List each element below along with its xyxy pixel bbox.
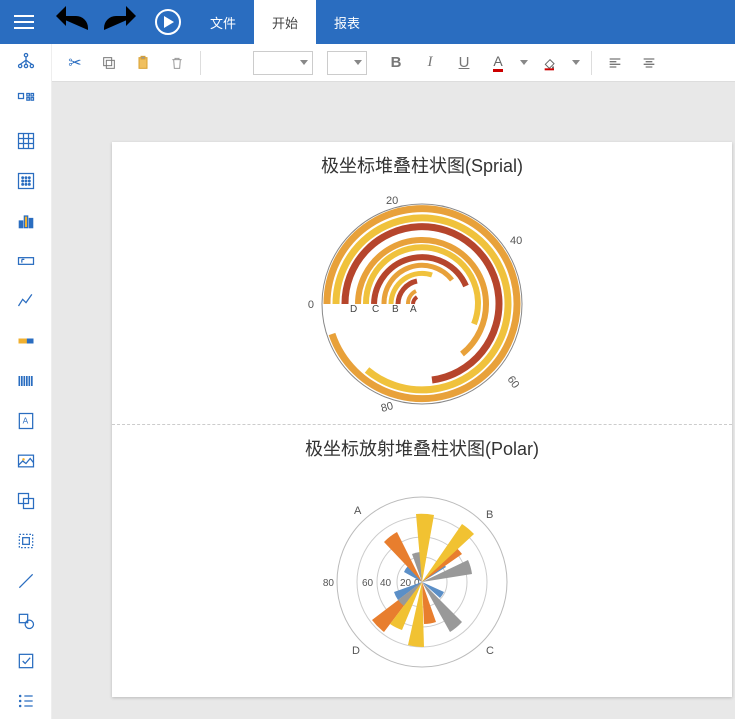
- bold-button[interactable]: B: [381, 48, 411, 78]
- chart-polar-cell[interactable]: 极坐标放射堆叠柱状图(Polar) 80 60 40 20 0 A B: [112, 425, 732, 697]
- svg-text:D: D: [350, 304, 357, 315]
- canvas-area: ✂ B I U A 极坐标堆叠柱状图(Sprial): [52, 44, 735, 719]
- chart-spiral-cell[interactable]: 极坐标堆叠柱状图(Sprial) 0 20 40 60 80 A B C: [112, 142, 732, 425]
- font-color-dropdown[interactable]: [517, 48, 531, 78]
- table-icon[interactable]: [15, 130, 37, 152]
- svg-text:20: 20: [386, 195, 398, 207]
- list-icon[interactable]: [15, 690, 37, 712]
- tab-start[interactable]: 开始: [254, 0, 316, 44]
- menu-icon[interactable]: [0, 0, 48, 44]
- textbox-icon[interactable]: [15, 250, 37, 272]
- align-center-button[interactable]: [634, 48, 664, 78]
- chart-polar-title: 极坐标放射堆叠柱状图(Polar): [122, 435, 722, 461]
- chart-spiral: 0 20 40 60 80 A B C D: [302, 184, 542, 414]
- image-icon[interactable]: [15, 450, 37, 472]
- svg-text:A: A: [22, 416, 28, 426]
- gauge-icon[interactable]: [15, 330, 37, 352]
- align-left-button[interactable]: [600, 48, 630, 78]
- svg-text:60: 60: [505, 374, 522, 391]
- font-family-dropdown[interactable]: [253, 51, 313, 75]
- svg-text:80: 80: [380, 400, 395, 414]
- svg-text:A: A: [410, 304, 417, 315]
- font-color-button[interactable]: A: [483, 48, 513, 78]
- richtext-icon[interactable]: A: [15, 410, 37, 432]
- report-canvas[interactable]: 极坐标堆叠柱状图(Sprial) 0 20 40 60 80 A B C: [112, 142, 732, 697]
- chart-polar: 80 60 40 20 0 A B C D: [302, 467, 542, 687]
- svg-text:C: C: [486, 645, 494, 657]
- fill-color-dropdown[interactable]: [569, 48, 583, 78]
- matrix-icon[interactable]: [15, 90, 37, 112]
- title-bar: 文件 开始 报表: [0, 0, 735, 44]
- svg-text:B: B: [392, 304, 399, 315]
- copy-button[interactable]: [94, 48, 124, 78]
- sidebar: A: [0, 44, 52, 719]
- font-size-dropdown[interactable]: [327, 51, 367, 75]
- checkbox-icon[interactable]: [15, 650, 37, 672]
- line-icon[interactable]: [15, 570, 37, 592]
- redo-button[interactable]: [96, 0, 144, 44]
- svg-text:40: 40: [380, 578, 392, 589]
- chart-icon[interactable]: [15, 210, 37, 232]
- svg-text:A: A: [354, 505, 362, 517]
- svg-text:40: 40: [510, 235, 522, 247]
- tree-icon[interactable]: [15, 50, 37, 72]
- cut-button[interactable]: ✂: [60, 48, 90, 78]
- chart-spiral-title: 极坐标堆叠柱状图(Sprial): [122, 152, 722, 178]
- svg-text:60: 60: [362, 578, 374, 589]
- svg-text:80: 80: [323, 578, 335, 589]
- subreport-icon[interactable]: [15, 490, 37, 512]
- tab-file[interactable]: 文件: [192, 0, 254, 44]
- italic-button[interactable]: I: [415, 48, 445, 78]
- barcode-icon[interactable]: [15, 370, 37, 392]
- toolbar: ✂ B I U A: [52, 44, 735, 82]
- line-chart-icon[interactable]: [15, 290, 37, 312]
- container-icon[interactable]: [15, 530, 37, 552]
- undo-button[interactable]: [48, 0, 96, 44]
- svg-text:D: D: [352, 645, 360, 657]
- paste-button[interactable]: [128, 48, 158, 78]
- svg-text:B: B: [486, 509, 493, 521]
- tab-report[interactable]: 报表: [316, 0, 378, 44]
- fill-color-button[interactable]: [535, 48, 565, 78]
- svg-text:0: 0: [308, 299, 314, 311]
- svg-text:C: C: [372, 304, 379, 315]
- play-button[interactable]: [144, 0, 192, 44]
- shape-icon[interactable]: [15, 610, 37, 632]
- underline-button[interactable]: U: [449, 48, 479, 78]
- grid-icon[interactable]: [15, 170, 37, 192]
- delete-button[interactable]: [162, 48, 192, 78]
